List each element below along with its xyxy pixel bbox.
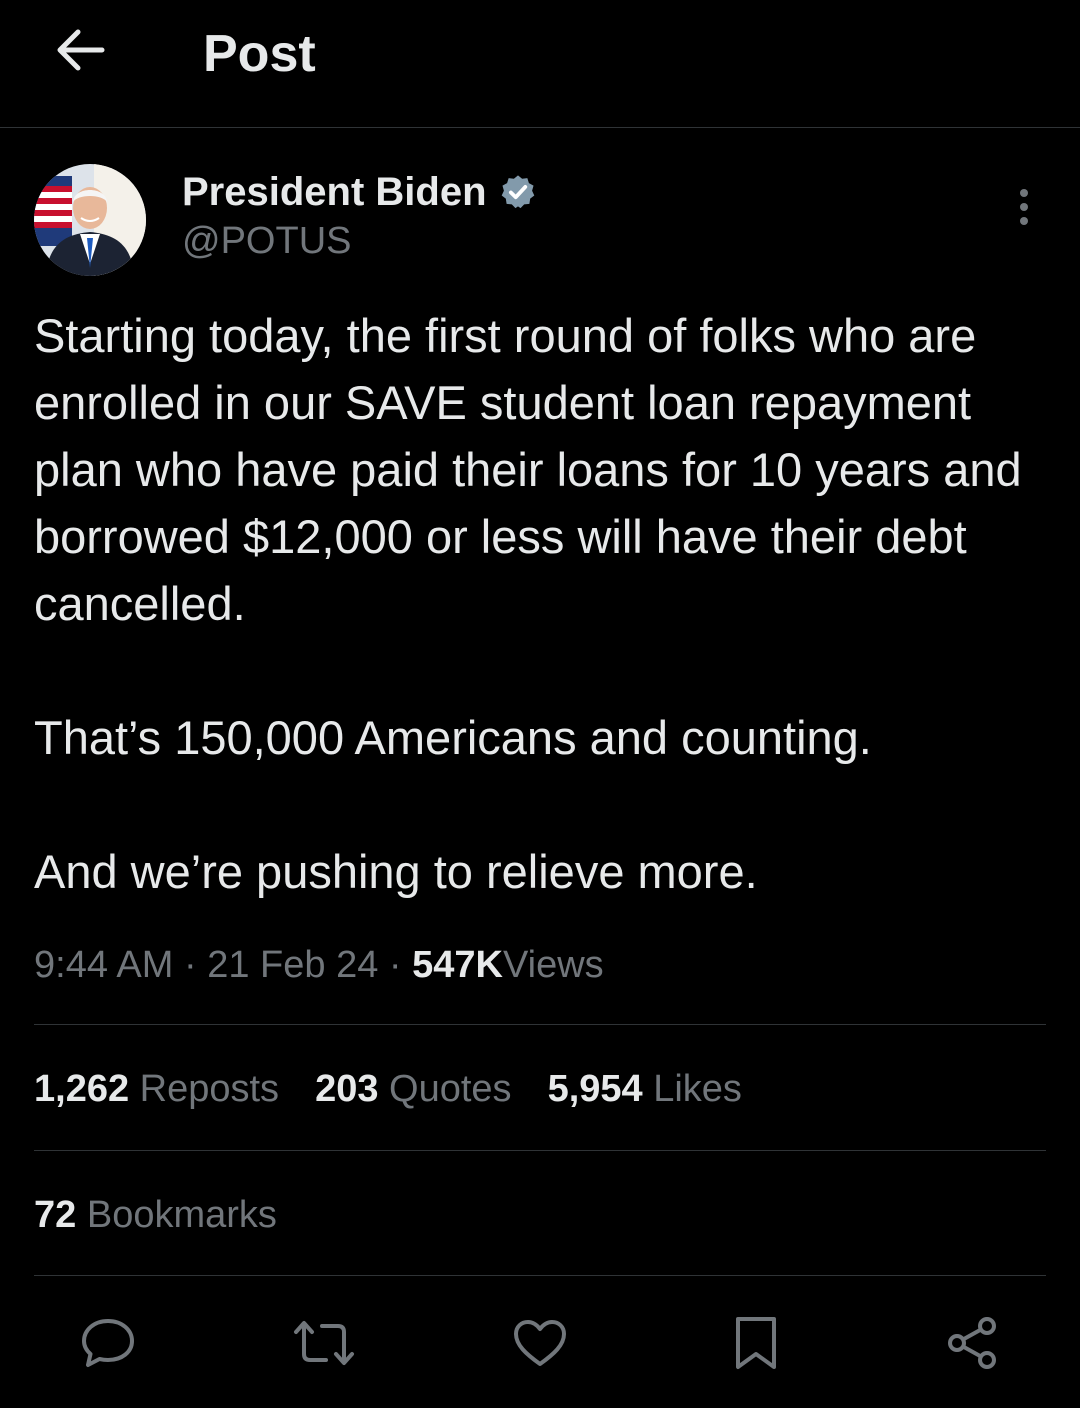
likes-stat[interactable]: 5,954 Likes (548, 1064, 742, 1114)
post-paragraph: That’s 150,000 Americans and counting. (34, 711, 872, 764)
bookmarks-stat[interactable]: 72 Bookmarks (34, 1190, 277, 1240)
bookmark-icon (733, 1315, 779, 1376)
post-time[interactable]: 9:44 AM (34, 944, 173, 986)
divider (34, 1024, 1046, 1025)
likes-label: Likes (653, 1068, 742, 1110)
post-paragraph: And we’re pushing to relieve more. (34, 845, 758, 898)
repost-button[interactable] (289, 1310, 359, 1380)
author-name-text: President Biden (182, 170, 487, 214)
share-icon (944, 1315, 1000, 1376)
divider (34, 1150, 1046, 1151)
views-count: 547K (412, 944, 503, 986)
meta-separator: · (388, 944, 402, 986)
action-bar (0, 1310, 1080, 1380)
like-button[interactable] (505, 1310, 575, 1380)
back-button[interactable] (50, 24, 110, 80)
verified-badge-icon (499, 173, 537, 211)
reposts-label: Reposts (139, 1068, 280, 1110)
likes-count: 5,954 (547, 1068, 643, 1110)
reply-button[interactable] (73, 1310, 143, 1380)
like-icon (512, 1318, 568, 1373)
quotes-count: 203 (315, 1068, 379, 1110)
arrow-left-icon (54, 26, 106, 79)
author-name[interactable]: President Biden (182, 168, 537, 216)
reposts-stat[interactable]: 1,262 Reposts (34, 1064, 279, 1114)
page-title: Post (203, 25, 316, 83)
repost-icon (292, 1318, 356, 1373)
meta-separator: · (183, 944, 197, 986)
post-date[interactable]: 21 Feb 24 (207, 944, 378, 986)
quotes-stat[interactable]: 203 Quotes (315, 1064, 512, 1114)
avatar[interactable] (34, 164, 146, 276)
reply-icon (80, 1317, 136, 1374)
more-options-button[interactable] (1004, 186, 1044, 232)
share-button[interactable] (937, 1310, 1007, 1380)
reposts-count: 1,262 (34, 1068, 130, 1110)
views-label: Views (502, 944, 604, 986)
bookmarks-label: Bookmarks (86, 1194, 277, 1236)
post-text: Starting today, the first round of folks… (34, 302, 1044, 905)
bookmarks-count: 72 (34, 1194, 77, 1236)
author-handle[interactable]: @POTUS (182, 218, 351, 264)
post-meta: 9:44 AM · 21 Feb 24 · 547KViews (34, 940, 604, 990)
bookmark-button[interactable] (721, 1310, 791, 1380)
engagement-stats: 1,262 Reposts 203 Quotes 5,954 Likes (34, 1064, 778, 1114)
post-paragraph: Starting today, the first round of folks… (34, 309, 1022, 630)
top-bar: Post (0, 0, 1080, 128)
more-vertical-icon (1018, 187, 1030, 232)
quotes-label: Quotes (389, 1068, 512, 1110)
divider (34, 1275, 1046, 1276)
